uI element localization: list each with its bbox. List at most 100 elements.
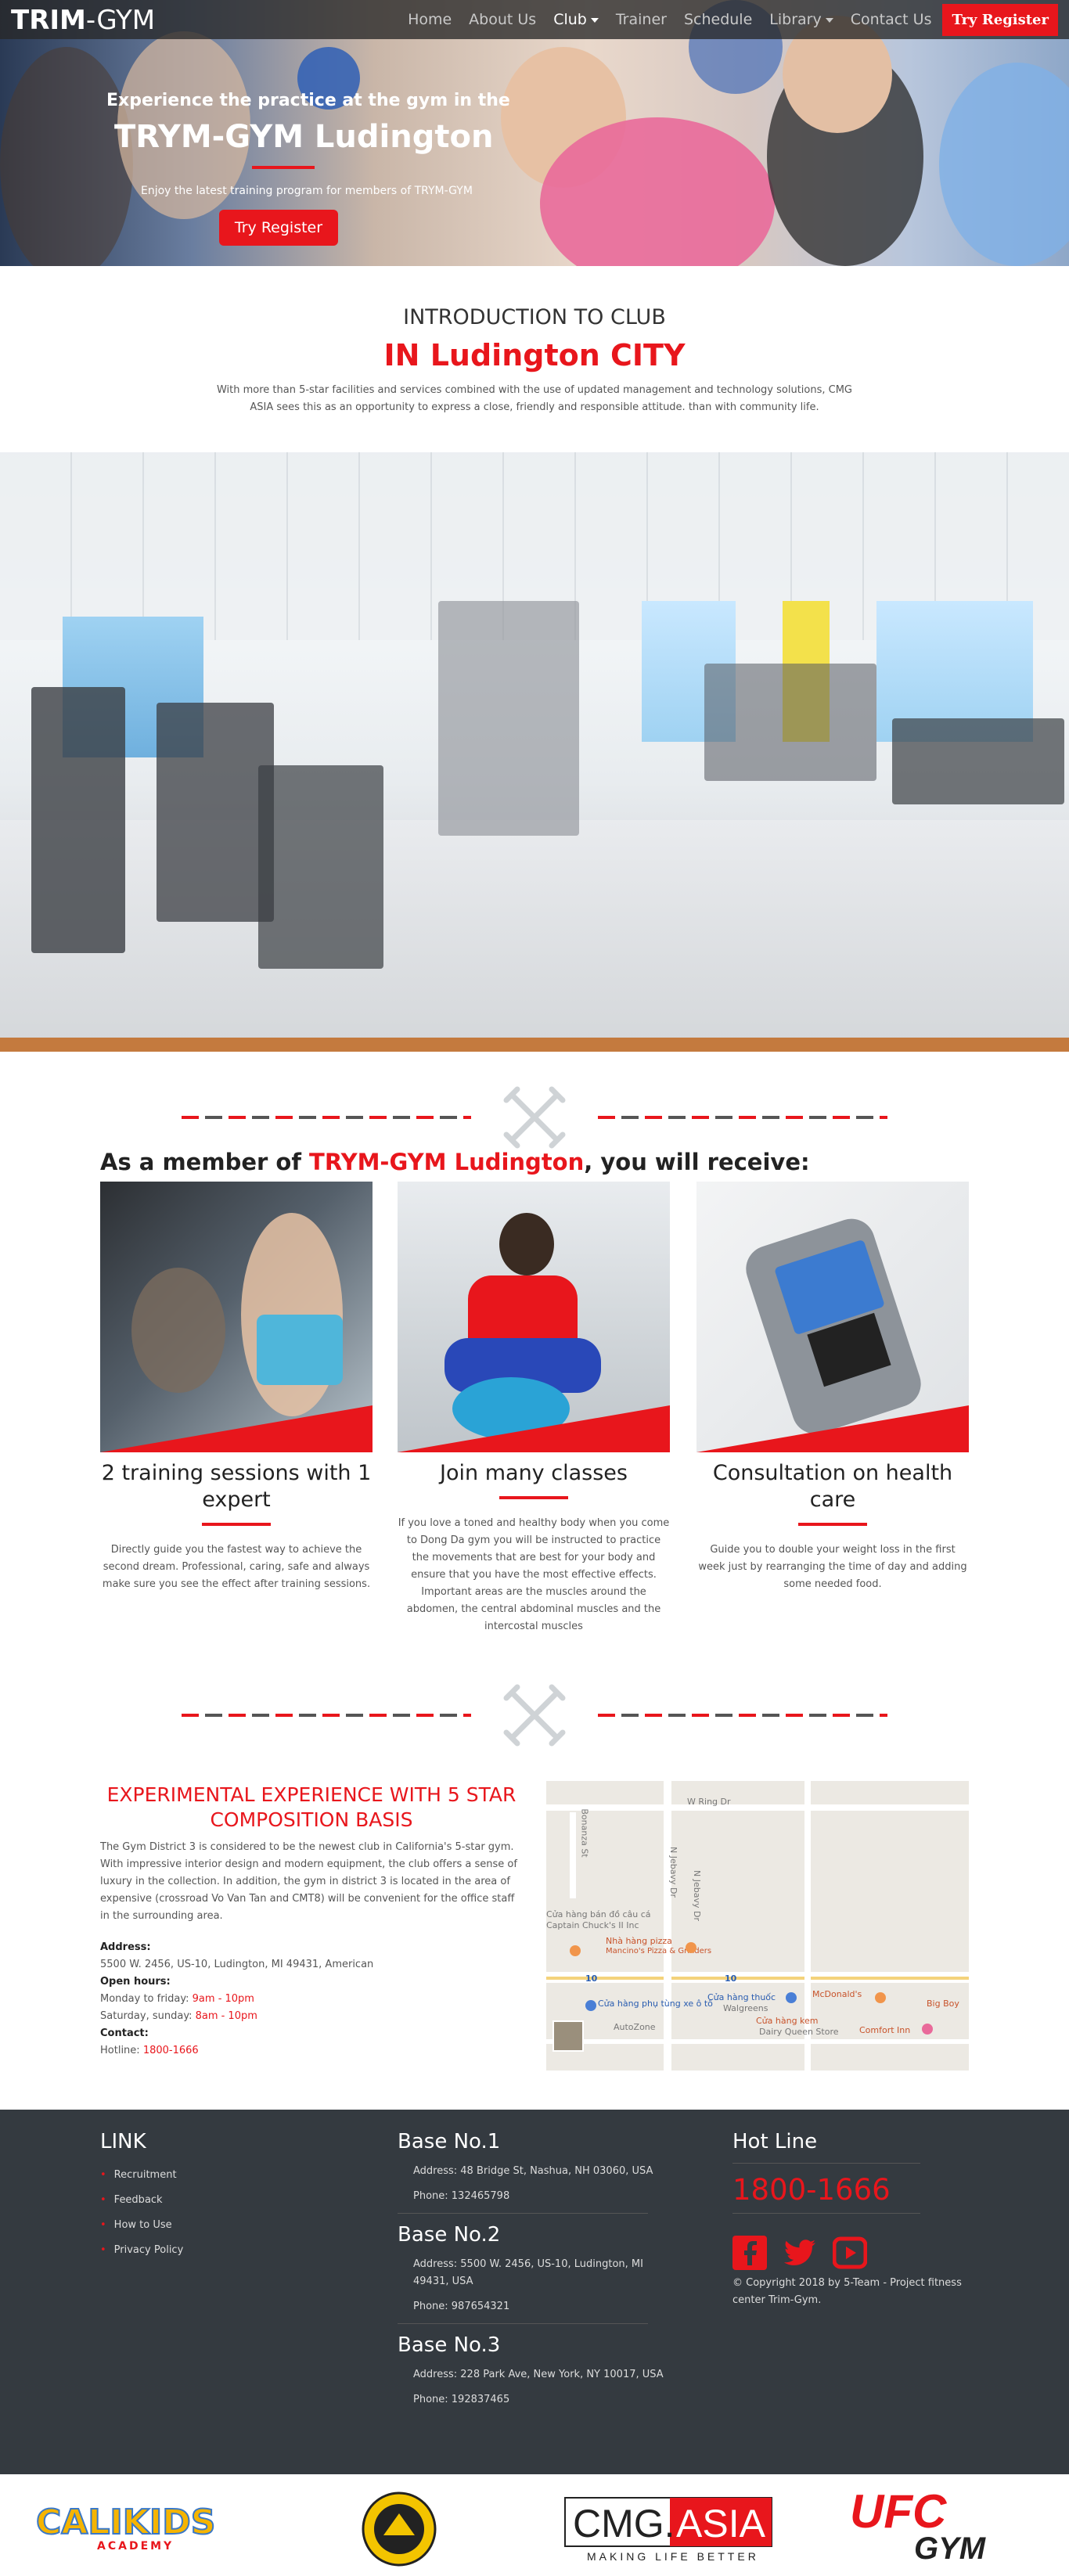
copyright-text: © Copyright 2018 by 5-Team - Project fit… xyxy=(732,2277,962,2306)
ufc-logo-subtext: GYM xyxy=(914,2531,987,2565)
base-title: Base No.1 xyxy=(398,2130,501,2153)
benefit-title: Join many classes xyxy=(440,1461,628,1485)
intro-heading: INTRODUCTION TO CLUB xyxy=(403,305,666,329)
nav-home[interactable]: Home xyxy=(408,11,452,28)
map-pin-icon[interactable] xyxy=(786,1992,797,2003)
map-label: N Jebavy Dr xyxy=(668,1847,678,1898)
benefit-photo-classes xyxy=(398,1182,670,1452)
nav-schedule[interactable]: Schedule xyxy=(684,11,752,28)
map-label: Big Boy xyxy=(927,1999,959,2009)
benefit-text: Guide you to double your weight loss in … xyxy=(698,1544,967,1590)
brand-logo[interactable]: TRIM-GYM xyxy=(11,5,155,36)
contact-info: Address: 5500 W. 2456, US-10, Ludington,… xyxy=(100,1939,523,2060)
map-pin-icon[interactable] xyxy=(686,1942,696,1953)
map-label: Bonanza St xyxy=(579,1808,590,1858)
benefit-text: Directly guide you the fastest way to ac… xyxy=(102,1544,371,1590)
twitter-icon[interactable] xyxy=(783,2236,817,2270)
map-pin-icon[interactable] xyxy=(570,1945,581,1956)
ufc-gym-logo[interactable]: UFC GYM xyxy=(842,2484,1030,2568)
chevron-down-icon xyxy=(590,17,599,23)
nav-contact-us[interactable]: Contact Us xyxy=(851,11,932,28)
map-thumbnail[interactable] xyxy=(552,2020,584,2052)
map-label: Dairy Queen Store xyxy=(759,2027,839,2037)
footer-link-privacy[interactable]: Privacy Policy xyxy=(100,2238,335,2263)
map-pin-icon[interactable] xyxy=(875,1992,886,2003)
contact-label: Contact: xyxy=(100,2027,149,2039)
address-label: Address: xyxy=(100,1941,151,1953)
dumbbell-cross-icon xyxy=(503,1684,566,1747)
map-pin-icon[interactable] xyxy=(922,2024,933,2035)
cmg-logo-tagline: MAKING LIFE BETTER xyxy=(587,2550,759,2563)
nav-trainer[interactable]: Trainer xyxy=(616,11,667,28)
facebook-icon[interactable] xyxy=(732,2236,767,2270)
footer-hotline-number[interactable]: 1800-1666 xyxy=(732,2173,967,2207)
footer-link-recruitment[interactable]: Recruitment xyxy=(100,2163,335,2188)
cmg-logo-text: ASIA xyxy=(676,2502,766,2545)
hotline-heading: Hot Line xyxy=(732,2130,818,2153)
youtube-icon[interactable] xyxy=(832,2236,868,2270)
benefit-photo-consultation xyxy=(696,1182,969,1452)
hero-title: TRYM-GYM Ludington xyxy=(114,119,494,155)
hours-label: Open hours: xyxy=(100,1976,171,1988)
map-label: W Ring Dr xyxy=(687,1797,731,1807)
california-gym-seal-logo[interactable] xyxy=(362,2491,437,2570)
benefit-card-trainer: 2 training sessions with 1 expert Direct… xyxy=(100,1182,373,1593)
map-label: Walgreens xyxy=(723,2003,768,2013)
benefit-card-classes: Join many classes If you love a toned an… xyxy=(398,1182,670,1635)
benefit-text: If you love a toned and healthy body whe… xyxy=(398,1517,670,1632)
section-divider xyxy=(182,1684,887,1747)
experience-text: The Gym District 3 is considered to be t… xyxy=(100,1841,517,1922)
base-phone: Phone: 132465798 xyxy=(413,2190,510,2202)
weekday-hours: Monday to friday: 9am - 10pm xyxy=(100,1993,254,2005)
map-label: Cửa hàng kem xyxy=(756,2016,819,2026)
section-divider xyxy=(182,1086,887,1149)
cmg-logo-text: CMG. xyxy=(573,2502,675,2545)
base-phone: Phone: 987654321 xyxy=(413,2301,510,2312)
base-title: Base No.2 xyxy=(398,2223,501,2247)
map-route-label: 10 xyxy=(725,1973,737,1984)
chevron-down-icon xyxy=(825,17,833,23)
top-navbar: TRIM-GYM Home About Us Club Trainer Sche… xyxy=(0,0,1069,39)
hero-banner: Experience the practice at the gym in th… xyxy=(0,0,1069,266)
map-label: Cửa hàng bán đồ câu cá xyxy=(546,1909,651,1919)
map-label: N Jebavy Dr xyxy=(691,1870,702,1921)
footer-links-heading: LINK xyxy=(100,2130,146,2153)
nav-library-dropdown[interactable]: Library xyxy=(769,11,833,28)
base-title: Base No.3 xyxy=(398,2333,501,2357)
base-address: Address: 48 Bridge St, Nashua, NH 03060,… xyxy=(413,2165,653,2177)
member-heading: As a member of TRYM-GYM Ludington, you w… xyxy=(100,1149,810,1175)
nav-register-button[interactable]: Try Register xyxy=(942,3,1058,36)
benefit-underline xyxy=(499,1496,568,1499)
hotline-line: Hotline: 1800-1666 xyxy=(100,2045,199,2056)
hero-register-button[interactable]: Try Register xyxy=(219,210,338,246)
ufc-logo-text: UFC xyxy=(850,2485,948,2538)
nav-club-dropdown[interactable]: Club xyxy=(553,11,599,28)
cmg-asia-logo[interactable]: CMG. ASIA MAKING LIFE BETTER xyxy=(563,2495,775,2567)
location-map[interactable]: W Ring Dr Bonanza St N Jebavy Dr N Jebav… xyxy=(546,1781,969,2071)
benefit-underline xyxy=(202,1523,271,1526)
experience-heading: EXPERIMENTAL EXPERIENCE WITH 5 STAR COMP… xyxy=(106,1783,517,1831)
map-pin-icon[interactable] xyxy=(585,2000,596,2011)
footer-link-how-to-use[interactable]: How to Use xyxy=(100,2213,335,2238)
calikids-logo[interactable]: CALIKIDS ACADEMY xyxy=(34,2499,238,2559)
address-value: 5500 W. 2456, US-10, Ludington, MI 49431… xyxy=(100,1959,374,1970)
map-label: Captain Chuck's II Inc xyxy=(546,1920,639,1930)
base-address: Address: 228 Park Ave, New York, NY 1001… xyxy=(413,2369,664,2380)
map-label: Comfort Inn xyxy=(859,2025,911,2035)
calikids-logo-text: CALIKIDS xyxy=(36,2502,215,2542)
intro-text: With more than 5-star facilities and ser… xyxy=(216,384,853,413)
nav-menu: Home About Us Club Trainer Schedule Libr… xyxy=(391,0,1058,39)
map-label: AutoZone xyxy=(614,2022,656,2032)
footer-bases-column: Base No.1 Address: 48 Bridge St, Nashua,… xyxy=(398,2130,664,2416)
hotline-link[interactable]: 1800-1666 xyxy=(143,2045,199,2056)
calikids-logo-subtext: ACADEMY xyxy=(97,2540,174,2553)
footer-link-feedback[interactable]: Feedback xyxy=(100,2188,335,2213)
nav-about-us[interactable]: About Us xyxy=(469,11,536,28)
map-label: Nhà hàng pizza xyxy=(606,1936,672,1946)
hero-description: Enjoy the latest training program for me… xyxy=(141,185,473,197)
base-phone: Phone: 192837465 xyxy=(413,2394,510,2405)
map-route-label: 10 xyxy=(585,1973,598,1984)
base-address: Address: 5500 W. 2456, US-10, Ludington,… xyxy=(413,2258,643,2287)
benefit-underline xyxy=(798,1523,867,1526)
weekend-hours: Saturday, sunday: 8am - 10pm xyxy=(100,2010,257,2022)
